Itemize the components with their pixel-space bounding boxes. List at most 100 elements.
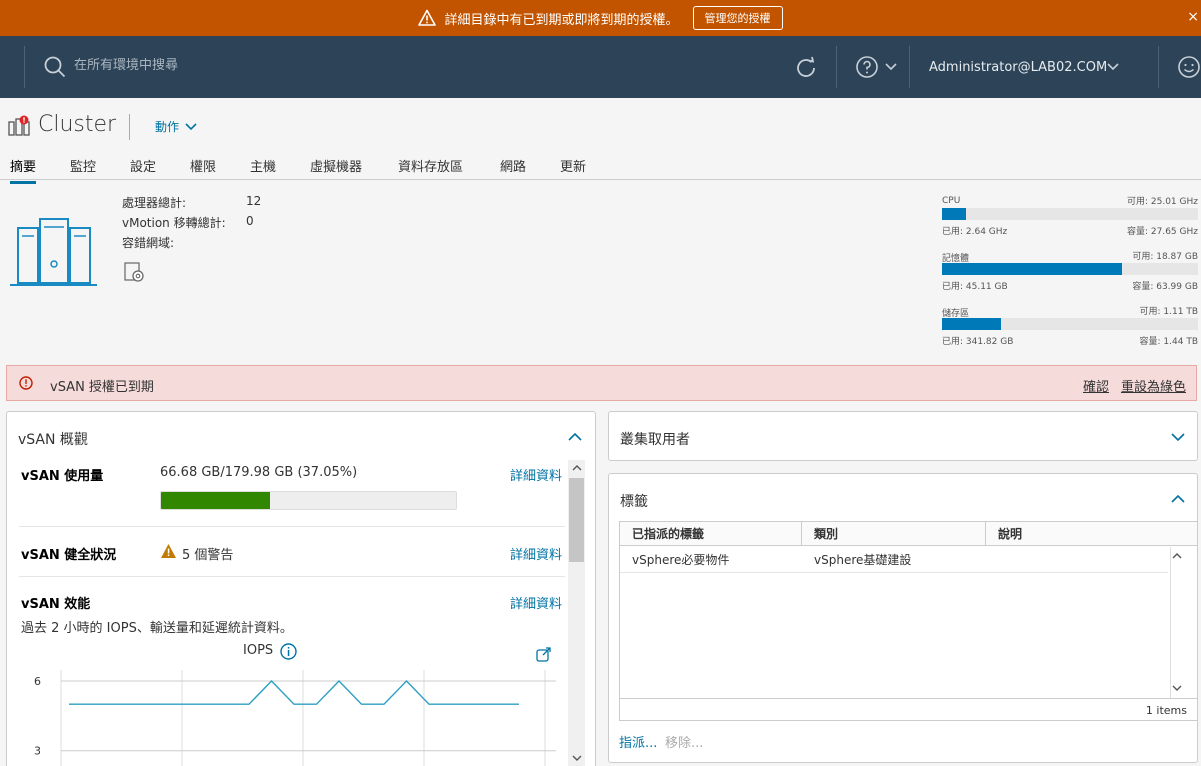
actions-menu[interactable]: 動作 bbox=[155, 118, 197, 135]
cpu-total-label: 處理器總計: bbox=[122, 196, 187, 210]
vsan-usage-label: vSAN 使用量 bbox=[21, 469, 104, 484]
actions-label: 動作 bbox=[155, 120, 180, 134]
memory-bar-fill bbox=[942, 263, 1123, 275]
chevron-down-icon[interactable] bbox=[1171, 432, 1185, 442]
scroll-up-icon[interactable] bbox=[1172, 552, 1182, 560]
iops-chart: 63 bbox=[34, 670, 556, 766]
tab-updates[interactable]: 更新 bbox=[560, 156, 586, 181]
scroll-down-icon[interactable] bbox=[1172, 684, 1182, 692]
storage-bar bbox=[942, 318, 1198, 330]
warning-icon bbox=[161, 544, 176, 558]
storage-used: 已用: 341.82 GB bbox=[942, 337, 1014, 347]
title-divider bbox=[129, 114, 130, 140]
y-tick-label: 3 bbox=[34, 745, 41, 758]
vsan-health-label: vSAN 健全狀況 bbox=[21, 548, 117, 563]
storage-bar-fill bbox=[942, 318, 1002, 330]
column-header-category[interactable]: 類別 bbox=[802, 522, 986, 546]
cluster-alert-icon bbox=[8, 115, 30, 136]
assign-tag-link[interactable]: 指派... bbox=[619, 732, 657, 751]
fault-domain-label: 容錯網域: bbox=[122, 236, 175, 250]
vsan-overview-card: vSAN 概觀 vSAN 使用量 66.68 GB/179.98 GB (37.… bbox=[6, 411, 596, 766]
category-cell[interactable]: vSphere基礎建設 bbox=[802, 548, 911, 572]
tags-scrollbar[interactable] bbox=[1170, 547, 1197, 698]
header-divider bbox=[1158, 46, 1159, 88]
card-title: 叢集取用者 bbox=[620, 432, 690, 448]
scrollbar-thumb[interactable] bbox=[569, 478, 584, 562]
usage-details-link[interactable]: 詳細資料 bbox=[510, 465, 562, 484]
vmotion-value: 0 bbox=[246, 214, 254, 228]
tab-configure[interactable]: 設定 bbox=[130, 156, 156, 181]
vsan-health-value: 5 個警告 bbox=[182, 548, 234, 563]
tab-summary[interactable]: 摘要 bbox=[10, 156, 37, 184]
manage-licenses-button[interactable]: 管理您的授權 bbox=[692, 6, 783, 30]
tab-permissions[interactable]: 權限 bbox=[190, 156, 216, 181]
tags-table: 已指派的標籤 類別 說明 vSphere必要物件 vSphere基礎建設 1 i… bbox=[619, 521, 1197, 722]
tab-datastores[interactable]: 資料存放區 bbox=[398, 156, 463, 181]
column-header-assigned-tag[interactable]: 已指派的標籤 bbox=[620, 522, 802, 546]
row-divider bbox=[620, 572, 1168, 573]
scroll-up-icon[interactable] bbox=[572, 464, 582, 472]
fault-domain-icon bbox=[124, 262, 144, 282]
chevron-up-icon[interactable] bbox=[568, 432, 582, 442]
vmotion-label: vMotion 移轉總計: bbox=[122, 216, 226, 230]
search-icon bbox=[44, 56, 66, 78]
tab-monitor[interactable]: 監控 bbox=[70, 156, 96, 181]
help-icon[interactable] bbox=[855, 55, 879, 79]
cluster-consumers-card: 叢集取用者 bbox=[608, 411, 1198, 461]
storage-capacity: 容量: 1.44 TB bbox=[1139, 337, 1198, 347]
cpu-used: 已用: 2.64 GHz bbox=[942, 227, 1008, 237]
chevron-down-icon[interactable] bbox=[1107, 62, 1119, 72]
search-input[interactable] bbox=[74, 58, 374, 73]
description-cell bbox=[986, 548, 998, 572]
header-divider bbox=[24, 46, 25, 88]
vsan-license-alert: vSAN 授權已到期 確認 重設為綠色 bbox=[6, 365, 1197, 401]
memory-bar bbox=[942, 263, 1198, 275]
tab-vms[interactable]: 虛擬機器 bbox=[310, 156, 362, 181]
divider bbox=[19, 576, 565, 577]
banner-message: 詳細目錄中有已到期或即將到期的授權。 bbox=[444, 12, 679, 28]
close-icon[interactable]: × bbox=[1187, 9, 1199, 25]
cpu-capacity: 容量: 27.65 GHz bbox=[1127, 227, 1198, 237]
page-title: Cluster bbox=[38, 112, 117, 137]
license-banner: 詳細目錄中有已到期或即將到期的授權。 管理您的授權 × bbox=[0, 0, 1201, 36]
refresh-icon[interactable] bbox=[793, 55, 819, 81]
vsan-performance-label: vSAN 效能 bbox=[21, 597, 91, 612]
header-divider bbox=[909, 46, 910, 88]
tags-card: 標籤 已指派的標籤 類別 說明 vSphere必要物件 vSphere基礎建設 … bbox=[608, 473, 1198, 763]
series-line bbox=[69, 679, 519, 705]
performance-details-link[interactable]: 詳細資料 bbox=[510, 593, 562, 612]
tab-networks[interactable]: 網路 bbox=[500, 156, 526, 181]
alert-text: vSAN 授權已到期 bbox=[50, 380, 154, 395]
column-header-description[interactable]: 說明 bbox=[986, 522, 1197, 546]
cpu-bar bbox=[942, 208, 1198, 220]
chevron-up-icon[interactable] bbox=[1171, 494, 1185, 504]
scroll-down-icon[interactable] bbox=[572, 754, 582, 762]
cpu-available: 可用: 25.01 GHz bbox=[1127, 197, 1198, 207]
chevron-down-icon[interactable] bbox=[885, 62, 897, 72]
health-details-link[interactable]: 詳細資料 bbox=[510, 544, 562, 563]
feedback-smiley-icon[interactable] bbox=[1177, 54, 1201, 80]
card-title: 標籤 bbox=[620, 494, 648, 510]
performance-description: 過去 2 小時的 IOPS、輸送量和延遲統計資料。 bbox=[21, 621, 293, 636]
tag-cell[interactable]: vSphere必要物件 bbox=[620, 548, 729, 572]
remove-tag-link[interactable]: 移除... bbox=[665, 732, 703, 751]
vsan-usage-value: 66.68 GB/179.98 GB (37.05%) bbox=[160, 465, 358, 480]
tab-hosts[interactable]: 主機 bbox=[250, 156, 276, 181]
iops-chart-title: IOPS bbox=[243, 643, 274, 658]
vsan-usage-fill bbox=[161, 492, 271, 509]
y-tick-label: 6 bbox=[34, 675, 41, 688]
storage-available: 可用: 1.11 TB bbox=[1139, 307, 1198, 317]
memory-capacity: 容量: 63.99 GB bbox=[1132, 282, 1198, 292]
top-header: Administrator@LAB02.COM bbox=[0, 36, 1201, 98]
memory-used: 已用: 45.11 GB bbox=[942, 282, 1008, 292]
cpu-total-value: 12 bbox=[246, 194, 262, 208]
divider bbox=[19, 526, 565, 527]
user-menu[interactable]: Administrator@LAB02.COM bbox=[929, 60, 1107, 75]
tab-bar: 摘要 監控 設定 權限 主機 虛擬機器 資料存放區 網路 更新 bbox=[0, 154, 1201, 184]
info-icon[interactable] bbox=[280, 643, 297, 660]
reset-to-green-link[interactable]: 重設為綠色 bbox=[1121, 376, 1186, 395]
export-icon[interactable] bbox=[536, 646, 552, 662]
items-count: 1 items bbox=[620, 698, 1197, 722]
acknowledge-link[interactable]: 確認 bbox=[1083, 376, 1109, 395]
header-divider bbox=[836, 46, 837, 88]
